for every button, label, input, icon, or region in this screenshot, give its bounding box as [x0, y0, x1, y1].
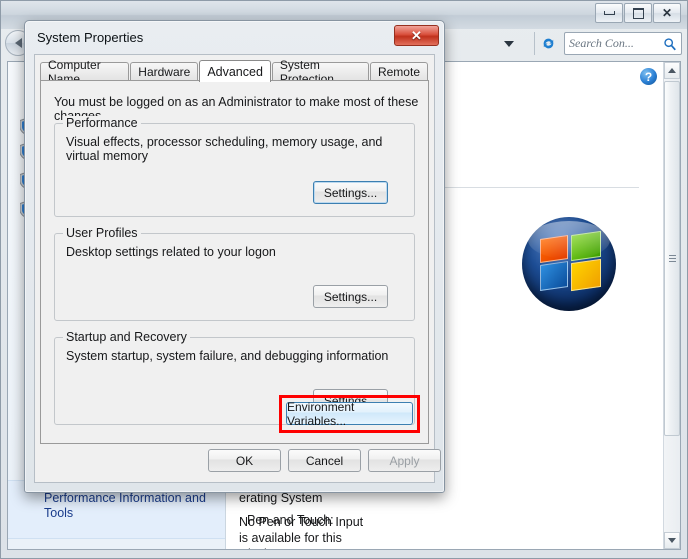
- group-description: Visual effects, processor scheduling, me…: [66, 135, 383, 163]
- search-input[interactable]: Search Con...: [569, 36, 663, 51]
- button-label: Cancel: [305, 453, 344, 468]
- apply-button: Apply: [368, 449, 441, 472]
- maximize-icon: [632, 7, 644, 19]
- windows-logo-icon: [522, 217, 616, 311]
- tab-system-protection[interactable]: System Protection: [271, 58, 369, 86]
- button-label: Settings...: [323, 289, 378, 304]
- cancel-button[interactable]: Cancel: [288, 449, 361, 472]
- search-box[interactable]: Search Con...: [564, 32, 682, 55]
- scrollbar-grip-icon: [669, 254, 676, 263]
- back-arrow-icon: [14, 38, 22, 48]
- tab-advanced[interactable]: Advanced: [199, 60, 271, 82]
- sidebar-item-label: Performance Information and Tools: [44, 491, 206, 520]
- group-performance: Performance Visual effects, processor sc…: [54, 116, 415, 217]
- scroll-down-icon: [668, 538, 676, 543]
- pen-and-touch-label: Pen and Touch:: [247, 513, 334, 527]
- dialog-footer: OK Cancel Apply: [40, 446, 441, 476]
- group-description: Desktop settings related to your logon: [66, 245, 276, 259]
- group-legend: Startup and Recovery: [63, 330, 190, 344]
- maximize-button[interactable]: [624, 3, 652, 23]
- button-label: OK: [235, 453, 254, 468]
- screen: ✕ Search Con... Performance Information …: [0, 0, 688, 559]
- button-label: Apply: [389, 453, 420, 468]
- close-button[interactable]: ✕: [653, 3, 681, 23]
- window-controls: ✕: [595, 3, 681, 23]
- dialog-close-button[interactable]: ✕: [394, 25, 439, 46]
- tab-label: Advanced: [207, 64, 263, 79]
- tab-hardware[interactable]: Hardware: [130, 62, 199, 81]
- search-icon: [664, 37, 676, 50]
- address-dropdown-button[interactable]: [491, 33, 527, 54]
- tab-computer-name[interactable]: Computer Name: [40, 58, 130, 86]
- refresh-button[interactable]: [534, 32, 561, 55]
- close-icon: ✕: [661, 6, 673, 20]
- tab-label: Hardware: [138, 65, 191, 79]
- tab-panel-advanced: You must be logged on as an Administrato…: [40, 80, 429, 444]
- chevron-down-icon: [504, 40, 514, 47]
- scroll-up-button[interactable]: [664, 62, 680, 79]
- tab-remote[interactable]: Remote: [369, 62, 428, 81]
- group-legend: Performance: [63, 116, 141, 130]
- pen-touch-value-line-2: is available for this: [239, 531, 342, 545]
- help-icon[interactable]: ?: [640, 68, 657, 85]
- button-label: Settings...: [323, 185, 378, 200]
- performance-settings-button[interactable]: Settings...: [313, 181, 388, 204]
- tab-label: Remote: [377, 65, 420, 79]
- user-profiles-settings-button[interactable]: Settings...: [313, 285, 388, 308]
- minimize-icon: [603, 11, 615, 15]
- tab-strip: Computer Name Hardware Advanced System P…: [40, 58, 429, 86]
- ok-button[interactable]: OK: [208, 449, 281, 472]
- group-user-profiles: User Profiles Desktop settings related t…: [54, 226, 415, 321]
- scrollbar-thumb[interactable]: [664, 81, 680, 436]
- pen-touch-value-line-3: Display: [239, 546, 280, 549]
- dialog-title: System Properties: [37, 30, 144, 45]
- scroll-up-icon: [668, 68, 676, 73]
- group-description: System startup, system failure, and debu…: [66, 349, 389, 363]
- refresh-icon: [543, 38, 553, 49]
- annotation-highlight-rectangle: [279, 395, 420, 433]
- scroll-down-button[interactable]: [664, 532, 680, 549]
- group-legend: User Profiles: [63, 226, 141, 240]
- minimize-button[interactable]: [595, 3, 623, 23]
- vertical-scrollbar[interactable]: [663, 62, 680, 549]
